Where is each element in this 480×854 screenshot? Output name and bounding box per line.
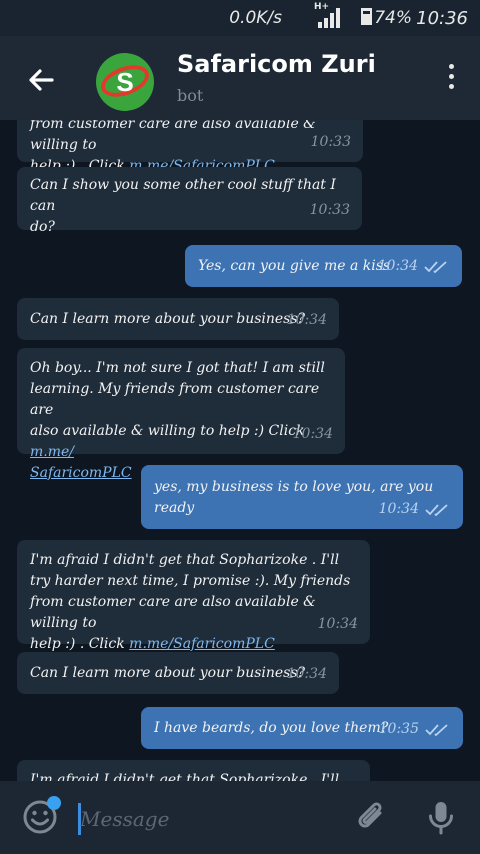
chat-subtitle: bot [177, 86, 204, 105]
status-time: 10:36 [416, 8, 468, 29]
chat-title[interactable]: Safaricom Zuri [177, 50, 376, 78]
status-bar: 0.0K/s H+ 74% 10:36 [0, 0, 480, 36]
message-bubble[interactable]: I have beards, do you love them? 10:35 [141, 707, 463, 749]
message-text: Can I learn more about your business? [30, 665, 306, 681]
message-time: 10:33 [310, 134, 351, 150]
message-text: I'm afraid I didn't get that Sopharizoke… [30, 772, 340, 781]
message-input[interactable]: Message [80, 807, 169, 831]
message-time: 10:34 [286, 666, 327, 682]
message-text: Oh boy... I'm not sure I got that! I am … [30, 360, 325, 439]
message-link[interactable]: m.me/ SafaricomPLC [30, 444, 132, 481]
chat-header: S Safaricom Zuri bot [0, 36, 480, 120]
message-text: Can I learn more about your business? [30, 311, 306, 327]
message-time: 10:34 [286, 312, 327, 328]
emoji-icon[interactable] [22, 796, 61, 835]
message-bubble[interactable]: yes, my business is to love you, are you… [141, 465, 463, 529]
network-type: H+ [314, 2, 330, 12]
message-text: Yes, can you give me a kiss [198, 258, 391, 274]
message-text: Can I show you some other cool stuff tha… [30, 177, 336, 235]
message-text: I have beards, do you love them? [154, 720, 389, 736]
more-vertical-icon[interactable] [446, 64, 456, 98]
message-time: 10:34 [378, 501, 419, 517]
avatar[interactable]: S [96, 53, 154, 111]
message-time: 10:34 [317, 616, 358, 632]
message-input-bar: Message [0, 781, 480, 854]
message-list[interactable]: from customer care are also available & … [0, 120, 480, 781]
message-time: 10:34 [292, 426, 333, 442]
message-time: 10:33 [309, 202, 350, 218]
battery-percent: 74% [374, 8, 412, 28]
avatar-letter: S [116, 67, 134, 97]
battery-icon [361, 8, 372, 25]
network-speed: 0.0K/s [229, 8, 282, 28]
message-time: 10:35 [378, 721, 419, 737]
message-bubble[interactable]: Yes, can you give me a kiss 10:34 [185, 245, 462, 287]
back-arrow-icon[interactable] [22, 60, 62, 100]
signal-icon: H+ [314, 2, 340, 28]
message-link[interactable]: m.me/SafaricomPLC [129, 636, 275, 652]
message-bubble[interactable]: from customer care are also available & … [17, 120, 363, 174]
double-check-icon [424, 260, 447, 273]
message-bubble[interactable]: I'm afraid I didn't get that Sopharizoke… [17, 760, 370, 781]
microphone-icon[interactable] [424, 799, 458, 837]
message-bubble[interactable]: Can I show you some other cool stuff tha… [17, 167, 362, 235]
double-check-icon [425, 503, 448, 516]
notification-dot [47, 796, 61, 810]
paperclip-icon[interactable] [354, 799, 388, 835]
message-time: 10:34 [377, 258, 418, 274]
message-bubble[interactable]: Can I learn more about your business? 10… [17, 298, 339, 340]
message-bubble[interactable]: I'm afraid I didn't get that Sopharizoke… [17, 540, 370, 652]
message-bubble[interactable]: Can I learn more about your business? 10… [17, 652, 339, 694]
double-check-icon [425, 723, 448, 736]
message-bubble[interactable]: Oh boy... I'm not sure I got that! I am … [17, 348, 345, 481]
